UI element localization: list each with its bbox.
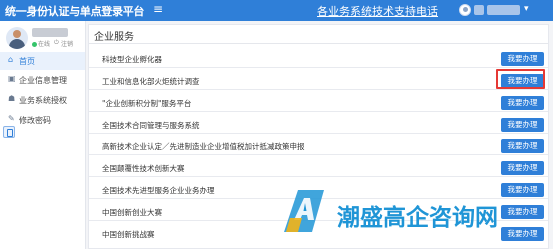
sidebar-item-home[interactable]: ⌂ 首页 xyxy=(0,52,85,70)
service-name: 全国颠覆性技术创新大赛 xyxy=(102,164,185,173)
watermark-logo-icon xyxy=(284,190,324,232)
online-status-text: 在线 xyxy=(38,41,51,48)
sidebar-item-label: 修改密码 xyxy=(19,116,51,125)
sidebar-item-system-authorization[interactable]: ☗ 业务系统授权 xyxy=(0,91,85,109)
divider xyxy=(89,43,548,44)
home-icon: ⌂ xyxy=(8,55,14,64)
support-phone-link[interactable]: 各业务系统技术支持电话 xyxy=(317,3,438,19)
sidebar: 在线 ⏻ 注销 ⌂ 首页 ▣ 企业信息管理 ☗ 业务系统授权 ✎ 修改密码 xyxy=(0,21,86,249)
top-bar: 统一身份认证与单点登录平台 ≡ 各业务系统技术支持电话 ▾ xyxy=(0,0,553,21)
watermark-text: 潮盛高企咨询网 xyxy=(337,205,498,231)
service-name: 科技型企业孵化器 xyxy=(102,55,162,64)
app-title: 统一身份认证与单点登录平台 xyxy=(5,5,145,18)
apply-button[interactable]: 我要办理 xyxy=(501,227,544,241)
building-icon: ▣ xyxy=(8,74,16,83)
menu-icon[interactable]: ≡ xyxy=(153,2,163,16)
apply-button[interactable]: 我要办理 xyxy=(501,161,544,175)
pencil-icon: ✎ xyxy=(8,114,15,123)
service-name: "企业创新积分制"服务平台 xyxy=(102,99,192,108)
redacted-username xyxy=(487,5,520,15)
redacted-text xyxy=(474,5,484,15)
apply-button[interactable]: 我要办理 xyxy=(501,118,544,132)
sidebar-item-label: 企业信息管理 xyxy=(19,76,67,85)
sidebar-item-company-info[interactable]: ▣ 企业信息管理 xyxy=(0,71,85,89)
page-title: 企业服务 xyxy=(94,32,134,43)
user-avatar[interactable] xyxy=(459,4,471,16)
logout-link[interactable]: 注销 xyxy=(61,39,73,48)
service-name: 全国技术先进型服务企业业务办理 xyxy=(102,186,215,195)
users-icon: ☗ xyxy=(8,94,16,103)
redacted-profile-name xyxy=(32,28,68,37)
service-row: 全国技术合同管理与服务系统 我要办理 xyxy=(89,114,548,134)
service-row: 工业和信息化部火炬统计调查 我要办理 xyxy=(89,70,548,90)
apply-button[interactable]: 我要办理 xyxy=(501,52,544,66)
online-status-icon xyxy=(32,42,37,47)
apply-button[interactable]: 我要办理 xyxy=(501,96,544,110)
sidebar-item-label: 业务系统授权 xyxy=(19,96,67,105)
apply-button[interactable]: 我要办理 xyxy=(501,205,544,219)
highlight-box xyxy=(496,69,545,89)
sidebar-item-label: 首页 xyxy=(19,57,35,66)
apply-button[interactable]: 我要办理 xyxy=(501,183,544,197)
service-row: 全国颠覆性技术创新大赛 我要办理 xyxy=(89,157,548,177)
service-name: 高新技术企业认定／先进制造业企业增值税加计抵减政策申报 xyxy=(102,142,305,151)
service-name: 中国创新挑战赛 xyxy=(102,230,155,239)
apply-button[interactable]: 我要办理 xyxy=(501,139,544,153)
profile-avatar xyxy=(6,27,28,49)
service-row: 高新技术企业认定／先进制造业企业增值税加计抵减政策申报 我要办理 xyxy=(89,135,548,155)
chevron-down-icon[interactable]: ▾ xyxy=(524,4,529,14)
service-row: 科技型企业孵化器 我要办理 xyxy=(89,48,548,68)
service-row: "企业创新积分制"服务平台 我要办理 xyxy=(89,92,548,112)
service-name: 全国技术合同管理与服务系统 xyxy=(102,121,200,130)
logout-icon[interactable]: ⏻ xyxy=(54,39,59,47)
service-name: 中国创新创业大赛 xyxy=(102,208,162,217)
collapse-sidebar-icon[interactable] xyxy=(3,126,15,138)
service-name: 工业和信息化部火炬统计调查 xyxy=(102,77,200,86)
